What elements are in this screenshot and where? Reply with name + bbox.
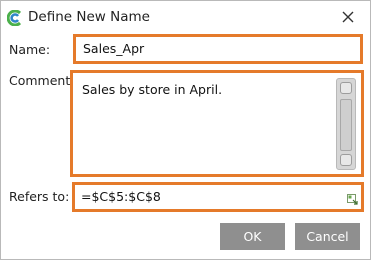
define-name-dialog: Define New Name Name: Sales_Apr Comment:… bbox=[0, 0, 371, 260]
comment-scrollbar[interactable] bbox=[336, 78, 356, 170]
ok-button[interactable]: OK bbox=[220, 223, 285, 250]
name-input[interactable]: Sales_Apr bbox=[73, 34, 363, 64]
range-selector-icon[interactable] bbox=[347, 194, 358, 205]
cancel-button[interactable]: Cancel bbox=[295, 223, 360, 250]
scroll-up-button[interactable] bbox=[340, 82, 352, 94]
scroll-down-button[interactable] bbox=[340, 154, 352, 166]
dialog-title: Define New Name bbox=[28, 9, 150, 25]
refers-to-label: Refers to: bbox=[9, 189, 70, 204]
comment-label: Comment: bbox=[9, 73, 75, 88]
comment-value: Sales by store in April. bbox=[82, 82, 223, 97]
refers-to-value: =$C$5:$C$8 bbox=[81, 189, 161, 204]
close-icon[interactable] bbox=[340, 9, 356, 25]
comment-textarea[interactable]: Sales by store in April. bbox=[70, 70, 364, 177]
app-logo-icon bbox=[7, 10, 22, 26]
name-label: Name: bbox=[9, 42, 51, 57]
title-bar: Define New Name bbox=[1, 1, 370, 34]
scroll-thumb[interactable] bbox=[340, 99, 352, 151]
name-value: Sales_Apr bbox=[83, 41, 145, 56]
refers-to-input[interactable]: =$C$5:$C$8 bbox=[72, 182, 364, 212]
